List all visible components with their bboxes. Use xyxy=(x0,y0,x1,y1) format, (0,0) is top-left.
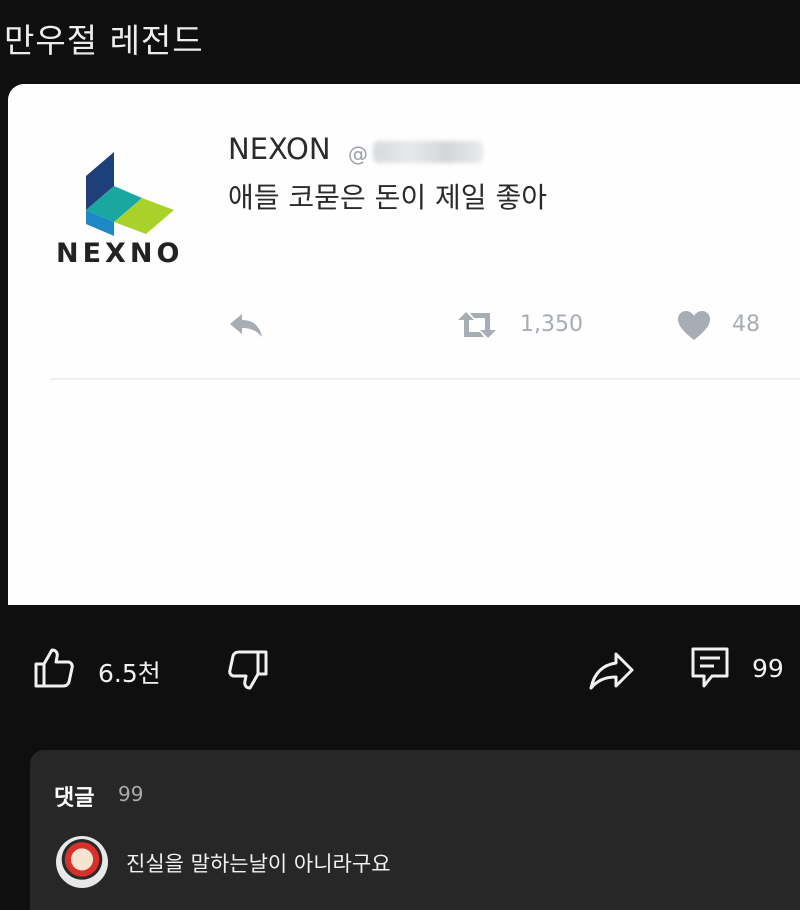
tweet-divider xyxy=(50,378,800,380)
dislike-button[interactable] xyxy=(226,648,270,696)
thumbs-down-icon xyxy=(228,650,268,690)
tweet-like-button[interactable] xyxy=(676,310,712,348)
comments-panel[interactable]: 댓글 99 진실을 말하는날이 아니라구요 xyxy=(30,750,800,910)
tweet-display-name[interactable]: NEXON xyxy=(228,132,331,166)
tweet-retweet-button[interactable] xyxy=(452,310,502,346)
like-button[interactable] xyxy=(32,646,76,694)
logo-wordmark: NEXNO xyxy=(56,238,184,269)
video-title: 만우절 레전드 xyxy=(4,21,204,60)
comments-button[interactable] xyxy=(690,646,730,694)
comment-bubble-icon xyxy=(691,647,729,688)
comments-label: 댓글 xyxy=(54,786,95,811)
reply-arrow-icon xyxy=(230,314,262,337)
tweet-reply-button[interactable] xyxy=(226,310,266,346)
share-arrow-icon xyxy=(589,652,634,690)
tweet-retweet-count: 1,350 xyxy=(520,312,583,337)
share-button[interactable] xyxy=(588,650,636,694)
tweet-text: 애들 코묻은 돈이 제일 좋아 xyxy=(228,181,547,214)
thumbs-up-icon xyxy=(34,648,74,688)
comment-count: 99 xyxy=(752,654,784,683)
commenter-avatar[interactable] xyxy=(56,836,108,888)
tweet-handle-blurred xyxy=(373,141,483,163)
tweet-screenshot: NEXNO NEXON @ 애들 코묻은 돈이 제일 좋아 1,350 48 xyxy=(8,84,800,605)
tweet-like-count: 48 xyxy=(732,312,760,337)
comments-count: 99 xyxy=(118,782,144,806)
comment-text: 진실을 말하는날이 아니라구요 xyxy=(126,852,391,876)
video-actions-bar: 6.5천 99 xyxy=(0,640,800,700)
tweet-handle-prefix: @ xyxy=(348,142,368,166)
retweet-icon xyxy=(458,312,496,338)
heart-icon xyxy=(678,311,710,340)
like-count: 6.5천 xyxy=(98,659,161,688)
